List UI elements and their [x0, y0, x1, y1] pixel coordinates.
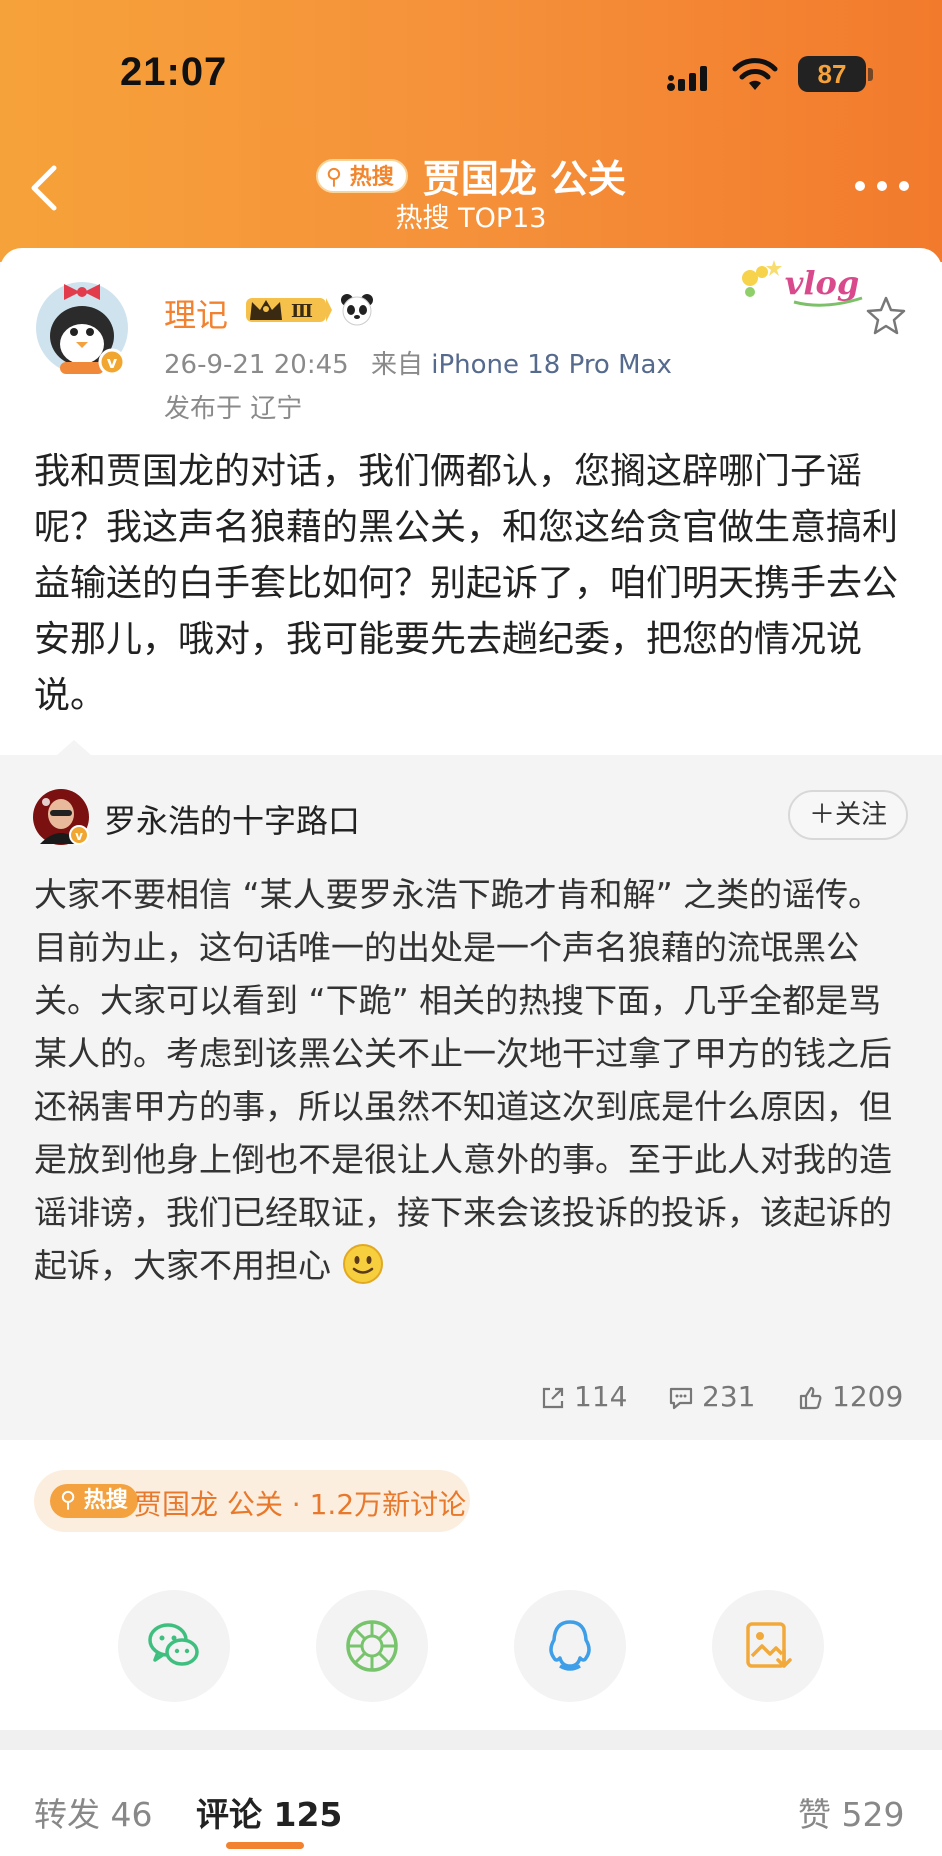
follow-button[interactable]: ＋关注	[788, 790, 908, 840]
panda-icon	[341, 294, 373, 326]
svg-text:v: v	[107, 353, 118, 372]
search-icon: ⚲	[325, 164, 343, 190]
status-time: 21:07	[120, 50, 228, 94]
user-avatar[interactable]: v	[34, 270, 130, 380]
post-source-prefix: 来自	[370, 350, 423, 380]
tab-comments[interactable]: 评论 125	[196, 1788, 342, 1836]
share-qq-button[interactable]	[514, 1590, 626, 1702]
hot-topic-link[interactable]: ⚲ 热搜 贾国龙 公关 · 1.2万新讨论	[34, 1470, 470, 1532]
battery-indicator: 87	[798, 56, 866, 92]
wifi-icon	[732, 58, 778, 90]
like-count-button[interactable]: 1209	[798, 1380, 903, 1420]
section-divider	[0, 1730, 942, 1750]
repost-count-button[interactable]: 114	[540, 1380, 627, 1420]
post-body-text: 我和贾国龙的对话，我们俩都认，您搁这辟哪门子谣呢？我这声名狼藉的黑公关，和您这给…	[34, 451, 899, 716]
save-image-icon	[746, 1622, 792, 1668]
hot-search-badge-label: 热搜	[83, 1488, 128, 1513]
post-tabs: 转发 46 评论 125 赞 529	[0, 1750, 942, 1856]
cellular-signal-icon	[667, 66, 707, 91]
search-icon: ⚲	[60, 1488, 77, 1513]
active-tab-indicator	[226, 1842, 304, 1849]
topic-rank: 热搜 TOP13	[395, 203, 547, 234]
hot-search-tag: ⚲ 热搜	[315, 158, 408, 193]
post-meta: 26-9-21 20:45 来自 iPhone 18 Pro Max	[164, 344, 672, 381]
battery-tip	[868, 68, 873, 81]
hot-topic-text: 贾国龙 公关 · 1.2万新讨论	[134, 1488, 467, 1521]
tab-likes[interactable]: 赞 529	[798, 1788, 904, 1836]
repost-notch	[56, 740, 92, 756]
comment-bubble-icon	[669, 1387, 693, 1410]
post-author-name[interactable]: 理记	[164, 290, 228, 336]
tab-reposts[interactable]: 转发 46	[34, 1788, 152, 1836]
comment-count: 231	[702, 1380, 756, 1413]
wechat-icon	[148, 1623, 199, 1666]
quoted-post-text: 大家不要相信 “某人要罗永浩下跪才肯和解” 之类的谣传。目前为止，这句话唯一的出…	[34, 875, 892, 1285]
share-wechat-button[interactable]	[118, 1590, 230, 1702]
hot-search-badge: ⚲ 热搜	[50, 1484, 138, 1518]
moments-icon	[346, 1620, 398, 1672]
thumbs-up-icon	[799, 1386, 822, 1410]
vlog-label: vlog	[785, 264, 859, 302]
share-row	[0, 1540, 942, 1730]
smile-emoji-icon	[342, 1244, 383, 1284]
qq-icon	[549, 1620, 591, 1671]
post-date: 26-9-21 20:45	[164, 350, 349, 380]
share-arrow-icon	[542, 1387, 564, 1409]
status-bar: 21:07 87	[0, 40, 942, 110]
quoted-author-name[interactable]: 罗永浩的十字路口	[104, 796, 360, 842]
vip-crown-icon: Ⅲ	[246, 298, 332, 322]
post-device: iPhone 18 Pro Max	[431, 350, 672, 380]
save-image-button[interactable]	[712, 1590, 824, 1702]
quoted-author-avatar[interactable]: v	[32, 788, 90, 846]
comment-count-button[interactable]: 231	[668, 1380, 755, 1420]
vlog-sticker-icon: vlog	[742, 260, 863, 307]
more-options-icon[interactable]	[854, 176, 910, 196]
vip-level: Ⅲ	[291, 301, 313, 322]
post-location: 发布于 辽宁	[164, 394, 303, 424]
repost-count: 114	[574, 1380, 628, 1413]
page-title[interactable]: ⚲ 热搜 贾国龙 公关	[0, 148, 942, 201]
like-count: 1209	[832, 1380, 904, 1413]
quoted-post-body: 大家不要相信 “某人要罗永浩下跪才肯和解” 之类的谣传。目前为止，这句话唯一的出…	[34, 868, 914, 1292]
svg-text:v: v	[75, 829, 83, 843]
favorite-star-icon[interactable]	[864, 294, 908, 338]
hot-search-label: 热搜	[349, 164, 394, 190]
share-moments-button[interactable]	[316, 1590, 428, 1702]
topic-title: 贾国龙 公关	[422, 157, 627, 201]
